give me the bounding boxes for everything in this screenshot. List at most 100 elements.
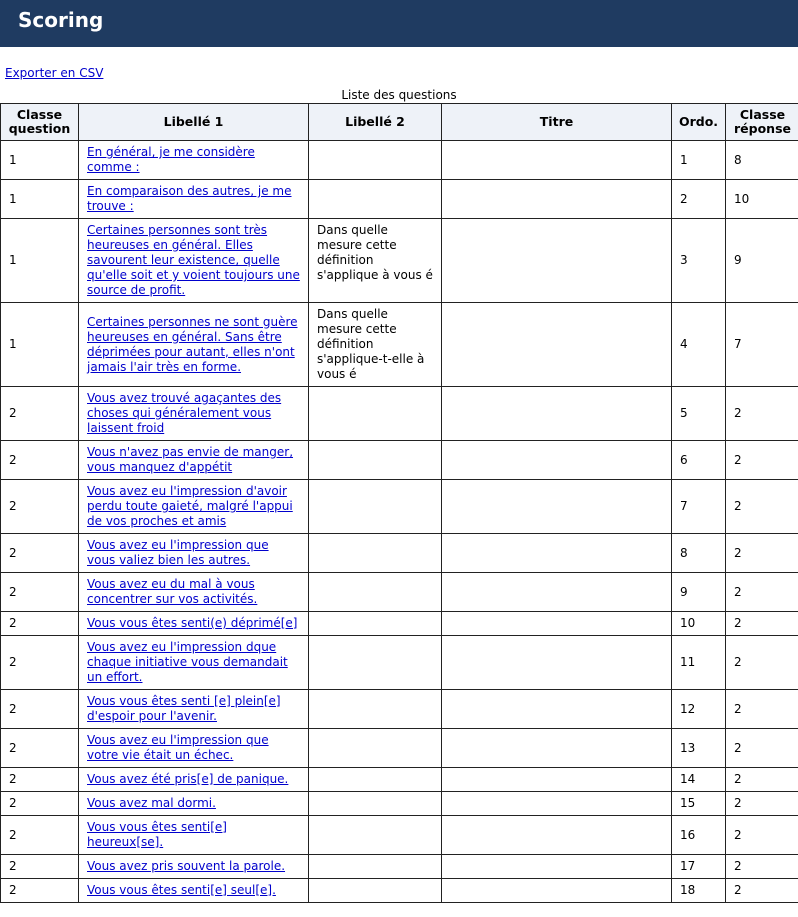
cell-classe-question: 2 <box>0 533 79 573</box>
question-link[interactable]: Certaines personnes ne sont guère heureu… <box>87 315 298 374</box>
app-header: Scoring <box>0 0 798 47</box>
col-header-libelle-1[interactable]: Libellé 1 <box>78 103 309 141</box>
cell-ordo: 13 <box>671 728 726 768</box>
table-row: 2 Vous avez eu l'impression que votre vie… <box>0 728 798 768</box>
cell-ordo: 5 <box>671 386 726 441</box>
cell-libelle-2 <box>308 635 442 690</box>
table-body: 1 En général, je me considère comme :181E… <box>0 140 798 903</box>
question-link[interactable]: Vous vous êtes senti[e] seul[e]. <box>87 883 276 897</box>
question-link[interactable]: Vous avez eu l'impression que vous valie… <box>87 538 269 567</box>
question-link[interactable]: Vous avez mal dormi. <box>87 796 216 810</box>
cell-classe-reponse: 2 <box>725 878 798 903</box>
cell-classe-question: 1 <box>0 302 79 387</box>
cell-classe-question: 1 <box>0 140 79 180</box>
col-header-ordo[interactable]: Ordo. <box>671 103 726 141</box>
question-link[interactable]: Vous avez trouvé agaçantes des choses qu… <box>87 391 281 435</box>
cell-libelle-1: Vous avez mal dormi. <box>78 791 309 816</box>
cell-libelle-1: Vous vous êtes senti [e] plein[e] d'espo… <box>78 689 309 729</box>
question-link[interactable]: Vous avez eu l'impression dque chaque in… <box>87 640 288 684</box>
cell-titre <box>441 140 672 180</box>
cell-libelle-2 <box>308 533 442 573</box>
question-link[interactable]: Vous avez eu l'impression que votre vie … <box>87 733 269 762</box>
cell-titre <box>441 572 672 612</box>
cell-libelle-2 <box>308 791 442 816</box>
question-link[interactable]: En général, je me considère comme : <box>87 145 255 174</box>
cell-classe-question: 2 <box>0 572 79 612</box>
cell-ordo: 12 <box>671 689 726 729</box>
table-row: 2 Vous vous êtes senti[e] heureux[se]. 16 2 <box>0 815 798 855</box>
cell-titre <box>441 815 672 855</box>
cell-titre <box>441 440 672 480</box>
cell-libelle-2 <box>308 815 442 855</box>
cell-libelle-2 <box>308 728 442 768</box>
cell-classe-question: 2 <box>0 611 79 636</box>
cell-ordo: 11 <box>671 635 726 690</box>
cell-classe-question: 2 <box>0 815 79 855</box>
cell-classe-reponse: 9 <box>725 218 798 303</box>
question-link[interactable]: Vous avez été pris[e] de panique. <box>87 772 288 786</box>
cell-titre <box>441 218 672 303</box>
col-header-classe-reponse[interactable]: Classe réponse <box>725 103 798 141</box>
cell-libelle-1: Vous avez trouvé agaçantes des choses qu… <box>78 386 309 441</box>
cell-libelle-2 <box>308 689 442 729</box>
question-link[interactable]: Vous n'avez pas envie de manger, vous ma… <box>87 445 293 474</box>
table-row: 2 Vous vous êtes senti[e] seul[e]. 18 2 <box>0 878 798 903</box>
cell-classe-reponse: 2 <box>725 689 798 729</box>
cell-classe-question: 1 <box>0 179 79 219</box>
cell-titre <box>441 479 672 534</box>
cell-libelle-1: Vous avez eu l'impression que vous valie… <box>78 533 309 573</box>
cell-ordo: 15 <box>671 791 726 816</box>
cell-classe-reponse: 2 <box>725 635 798 690</box>
question-link[interactable]: Vous vous êtes senti(e) déprimé[e] <box>87 616 298 630</box>
col-header-libelle-2[interactable]: Libellé 2 <box>308 103 442 141</box>
cell-ordo: 14 <box>671 767 726 792</box>
cell-libelle-2 <box>308 611 442 636</box>
table-row: 1 En général, je me considère comme :18 <box>0 140 798 180</box>
question-link[interactable]: Vous vous êtes senti[e] heureux[se]. <box>87 820 227 849</box>
cell-libelle-2: Dans quelle mesure cette définition s'ap… <box>308 302 442 387</box>
questions-table: Classe question Libellé 1 Libellé 2 Titr… <box>0 103 798 903</box>
cell-classe-reponse: 2 <box>725 440 798 480</box>
cell-libelle-1: Vous avez eu l'impression que votre vie … <box>78 728 309 768</box>
cell-classe-question: 2 <box>0 479 79 534</box>
cell-libelle-1: Vous avez été pris[e] de panique. <box>78 767 309 792</box>
cell-libelle-1: Vous avez pris souvent la parole. <box>78 854 309 879</box>
col-header-classe-question[interactable]: Classe question <box>0 103 79 141</box>
export-csv-link[interactable]: Exporter en CSV <box>5 66 103 80</box>
cell-titre <box>441 878 672 903</box>
cell-titre <box>441 689 672 729</box>
cell-libelle-2 <box>308 572 442 612</box>
cell-ordo: 18 <box>671 878 726 903</box>
cell-titre <box>441 854 672 879</box>
cell-classe-reponse: 2 <box>725 791 798 816</box>
table-row: 2 Vous avez eu l'impression que vous vali… <box>0 533 798 573</box>
cell-libelle-2 <box>308 179 442 219</box>
question-link[interactable]: En comparaison des autres, je me trouve … <box>87 184 292 213</box>
table-row: 2 Vous avez été pris[e] de panique. 14 2 <box>0 767 798 792</box>
cell-classe-reponse: 10 <box>725 179 798 219</box>
table-row: 2 Vous avez mal dormi. 15 2 <box>0 791 798 816</box>
cell-libelle-2 <box>308 878 442 903</box>
cell-classe-question: 2 <box>0 767 79 792</box>
cell-libelle-2 <box>308 386 442 441</box>
question-link[interactable]: Vous vous êtes senti [e] plein[e] d'espo… <box>87 694 281 723</box>
table-row: 2 Vous avez eu l'impression d'avoir perdu… <box>0 479 798 534</box>
cell-classe-question: 2 <box>0 791 79 816</box>
cell-classe-reponse: 2 <box>725 572 798 612</box>
table-row: 2 Vous n'avez pas envie de manger, vous m… <box>0 440 798 480</box>
col-header-titre[interactable]: Titre <box>441 103 672 141</box>
cell-classe-reponse: 2 <box>725 479 798 534</box>
question-link[interactable]: Vous avez pris souvent la parole. <box>87 859 285 873</box>
cell-ordo: 8 <box>671 533 726 573</box>
cell-libelle-1: Certaines personnes ne sont guère heureu… <box>78 302 309 387</box>
cell-ordo: 10 <box>671 611 726 636</box>
cell-libelle-1: Vous avez eu du mal à vous concentrer su… <box>78 572 309 612</box>
question-link[interactable]: Vous avez eu du mal à vous concentrer su… <box>87 577 257 606</box>
cell-libelle-1: Vous vous êtes senti[e] seul[e]. <box>78 878 309 903</box>
cell-titre <box>441 791 672 816</box>
cell-libelle-2 <box>308 140 442 180</box>
cell-ordo: 7 <box>671 479 726 534</box>
cell-classe-reponse: 2 <box>725 533 798 573</box>
question-link[interactable]: Vous avez eu l'impression d'avoir perdu … <box>87 484 293 528</box>
question-link[interactable]: Certaines personnes sont très heureuses … <box>87 223 300 297</box>
